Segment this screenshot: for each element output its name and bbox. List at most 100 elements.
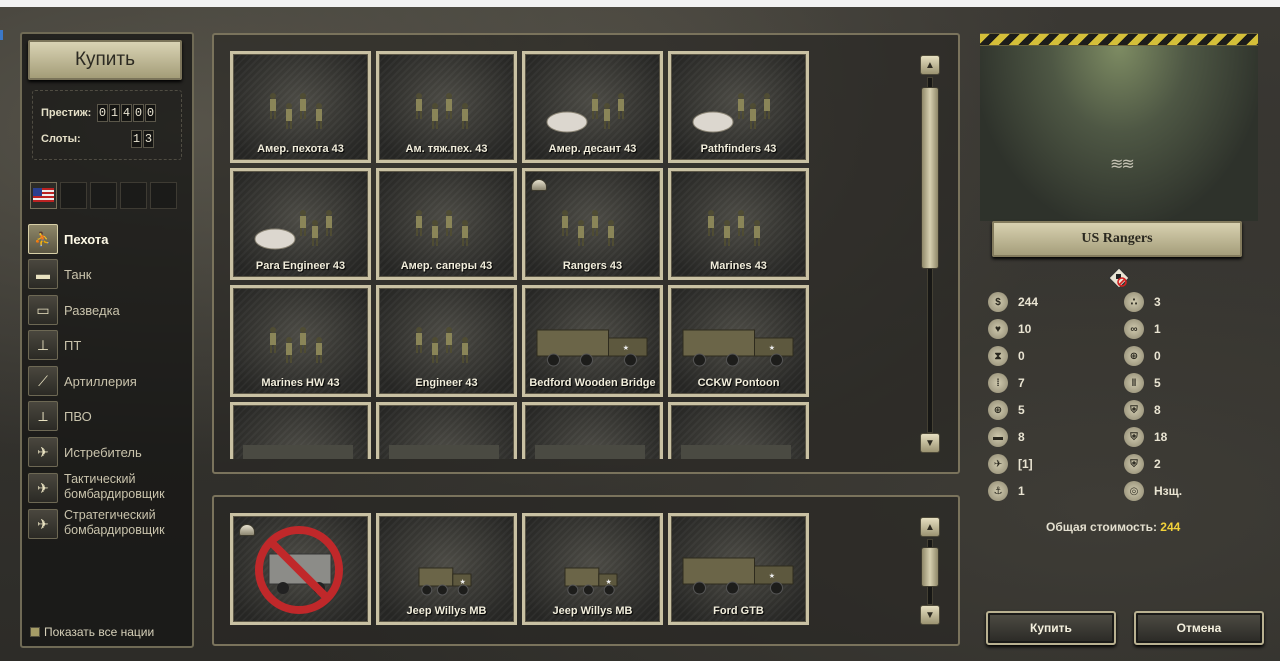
category-anti-tank[interactable]: ⊥ ПТ: [28, 330, 188, 362]
category-recon[interactable]: ▭ Разведка: [28, 295, 188, 327]
transport-panel: ★ Jeep Willys MB ★ Jeep Willys MB ★ Ford GTB …: [212, 495, 960, 646]
naval-attack-icon: ⚓: [988, 481, 1008, 501]
transport-scrollbar[interactable]: ▲ ▼: [920, 517, 940, 627]
ammo-icon: ⁞: [988, 373, 1008, 393]
stat-row: $244: [988, 291, 1098, 315]
unit-card[interactable]: [522, 402, 663, 459]
unit-card[interactable]: [230, 402, 371, 459]
stat-value: 3: [1154, 295, 1161, 309]
buy-mode-button[interactable]: Купить: [28, 40, 182, 80]
unit-card[interactable]: Rangers 43: [522, 168, 663, 280]
nation-flags: [30, 182, 177, 209]
category-label: Стратегический бомбардировщик: [64, 508, 165, 537]
spotting-icon: ∞: [1124, 319, 1144, 339]
transport-name: Jeep Willys MB: [406, 605, 487, 617]
unit-card[interactable]: Engineer 43: [376, 285, 517, 397]
scroll-thumb[interactable]: [921, 547, 939, 587]
unit-name: CCKW Pontoon: [697, 377, 780, 389]
unit-card[interactable]: Амер. пехота 43: [230, 51, 371, 163]
stat-value: 1: [1154, 322, 1161, 336]
cancel-button[interactable]: Отмена: [1134, 611, 1264, 645]
unit-grid-scrollbar[interactable]: ▲ ▼: [920, 55, 940, 455]
unit-card[interactable]: ★ Bedford Wooden Bridge: [522, 285, 663, 397]
unit-card[interactable]: Marines 43: [668, 168, 809, 280]
transport-card[interactable]: ★ Ford GTB: [668, 513, 809, 625]
stat-value: 7: [1018, 376, 1025, 390]
transport-card[interactable]: [230, 513, 371, 625]
category-fighter[interactable]: ✈ Истребитель: [28, 437, 188, 469]
unit-name: Pathfinders 43: [700, 143, 777, 155]
category-artillery[interactable]: ⟋ Артиллерия: [28, 366, 188, 398]
category-tactical-bomber[interactable]: ✈ Тактический бомбардировщик: [28, 472, 188, 505]
scroll-down-button[interactable]: ▼: [920, 433, 940, 453]
unit-card[interactable]: Амер. саперы 43: [376, 168, 517, 280]
unit-card[interactable]: Ам. тяж.пех. 43: [376, 51, 517, 163]
coins-icon: $: [988, 292, 1008, 312]
scroll-up-button[interactable]: ▲: [920, 517, 940, 537]
helmet-icon: [531, 179, 547, 191]
stat-row: ⊕ 5: [988, 399, 1098, 423]
stat-row: ⁞ 7: [988, 372, 1098, 396]
show-all-nations-checkbox[interactable]: [30, 627, 40, 637]
nation-tab-us[interactable]: [30, 182, 57, 209]
prestige-digit: 0: [145, 104, 156, 122]
nation-tab-empty[interactable]: [60, 182, 87, 209]
unit-name: Para Engineer 43: [255, 260, 346, 272]
artillery-icon: ⟋: [28, 366, 58, 396]
category-label: Пехота: [64, 232, 109, 247]
category-anti-air[interactable]: ⟂ ПВО: [28, 401, 188, 433]
category-label: Артиллерия: [64, 374, 137, 389]
scroll-down-button[interactable]: ▼: [920, 605, 940, 625]
stat-row: ∴ 3: [1124, 291, 1234, 315]
stat-value: [1]: [1018, 457, 1033, 471]
unit-card[interactable]: Pathfinders 43: [668, 51, 809, 163]
category-strategic-bomber[interactable]: ✈ Стратегический бомбардировщик: [28, 508, 188, 541]
nation-tab-empty[interactable]: [90, 182, 117, 209]
transport-card[interactable]: ★ Jeep Willys MB: [376, 513, 517, 625]
unit-class-badge-icon: [1108, 267, 1130, 289]
unit-card[interactable]: [376, 402, 517, 459]
scroll-thumb[interactable]: [921, 87, 939, 269]
stat-value: 5: [1018, 403, 1025, 417]
stat-row: ◎ Нзщ.: [1124, 480, 1234, 504]
infantry-icon: ⛹: [28, 224, 58, 254]
stat-row: ✈ [1]: [988, 453, 1098, 477]
stat-value: 1: [1018, 484, 1025, 498]
us-flag-icon: [33, 188, 54, 202]
fighter-plane-icon: ✈: [28, 437, 58, 467]
transport-grid: ★ Jeep Willys MB ★ Jeep Willys MB ★ Ford GTB: [230, 513, 814, 633]
stat-row: ⚓ 1: [988, 480, 1098, 504]
unit-name: Bedford Wooden Bridge: [529, 377, 656, 389]
unit-name: Rangers 43: [562, 260, 623, 272]
stat-row: ‖ 5: [1124, 372, 1234, 396]
scroll-up-button[interactable]: ▲: [920, 55, 940, 75]
nation-tab-empty[interactable]: [120, 182, 147, 209]
unit-card[interactable]: ★ CCKW Pontoon: [668, 285, 809, 397]
nation-tab-empty[interactable]: [150, 182, 177, 209]
left-panel: Купить Престиж: 0 1 4 0 0 Слоты: 1 3 ⛹ П…: [20, 32, 194, 648]
prestige-digit: 0: [97, 104, 108, 122]
ground-defense-icon: ⛨: [1124, 400, 1144, 420]
unit-name: Амер. пехота 43: [257, 143, 344, 155]
unit-card[interactable]: Marines HW 43: [230, 285, 371, 397]
loading-icon: ≋≋: [1110, 156, 1135, 173]
unit-card[interactable]: Амер. десант 43: [522, 51, 663, 163]
show-all-nations-label: Показать все нации: [44, 625, 155, 639]
unit-card[interactable]: Para Engineer 43: [230, 168, 371, 280]
slots-digit: 1: [131, 130, 142, 148]
transport-card[interactable]: ★ Jeep Willys MB: [522, 513, 663, 625]
buy-button[interactable]: Купить: [986, 611, 1116, 645]
partial-art: [681, 445, 791, 459]
arrow-up-icon: ▲: [925, 521, 935, 533]
stat-value: Нзщ.: [1154, 484, 1183, 498]
total-cost-value: 244: [1160, 520, 1181, 534]
stat-row: ⊕ 0: [1124, 345, 1234, 369]
selected-unit-name: US Rangers: [992, 221, 1242, 257]
category-tank[interactable]: ▬ Танк: [28, 259, 188, 291]
svg-text:★: ★: [623, 344, 629, 352]
show-all-nations-toggle[interactable]: Показать все нации: [30, 625, 154, 639]
prestige-digit: 0: [133, 104, 144, 122]
arrow-down-icon: ▼: [925, 609, 935, 621]
unit-card[interactable]: [668, 402, 809, 459]
category-infantry[interactable]: ⛹ Пехота: [28, 224, 188, 256]
